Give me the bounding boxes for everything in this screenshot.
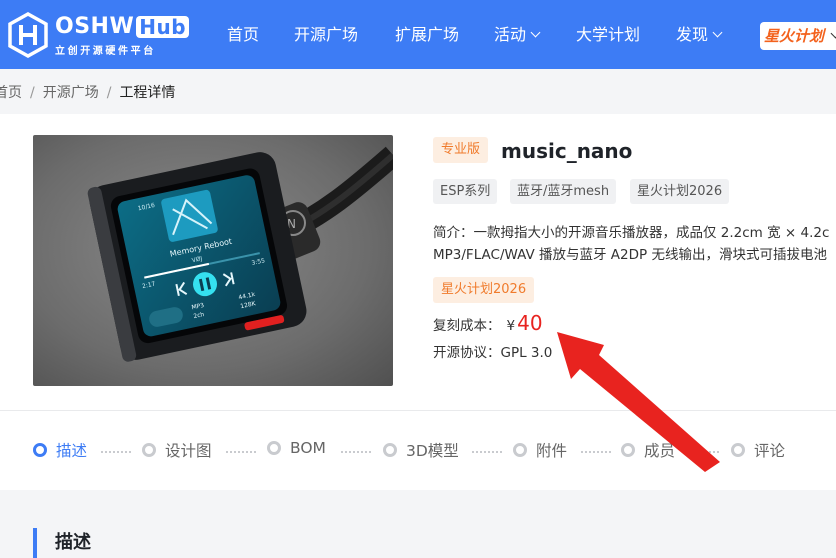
chevron-down-icon [830, 28, 836, 39]
chevron-down-icon [712, 27, 723, 38]
license: 开源协议：GPL 3.0 [433, 342, 552, 364]
tab-connector [689, 451, 719, 453]
spark-plan-label: 星火计划 [764, 27, 825, 45]
tag-spark-plan-2026[interactable]: 星火计划2026 [630, 179, 730, 204]
tab-dot-icon [267, 441, 281, 455]
intro-line-2: MP3/FLAC/WAV 播放与蓝牙 A2DP 无线输出，滑块式可插拔电池 [433, 247, 827, 263]
logo-hub-text: Hub [136, 16, 190, 38]
tab-dot-icon [383, 443, 397, 457]
breadcrumb: 首页 / 开源广场 / 工程详情 [0, 82, 175, 102]
logo-main-text: OSHW [55, 14, 135, 39]
license-label: 开源协议： [433, 345, 501, 361]
top-navbar: OSHW Hub 立创开源硬件平台 首页 开源广场 扩展广场 活动 大学计划 发… [0, 0, 836, 69]
project-title: music_nano [501, 139, 633, 163]
tab-connector [341, 451, 371, 453]
tab-attachments[interactable]: 附件 [513, 439, 567, 461]
logo-subtitle: 立创开源硬件平台 [55, 46, 156, 57]
nav-discover[interactable]: 发现 [676, 24, 723, 46]
tab-description[interactable]: 描述 [33, 439, 87, 461]
tab-dot-icon [33, 443, 47, 457]
tab-design[interactable]: 设计图 [142, 439, 212, 461]
project-card: N Memory Reboot VØJ 2:17 3:55 MP3 2ch 44… [0, 114, 836, 490]
license-value: GPL 3.0 [500, 345, 553, 361]
nav-discover-label: 发现 [676, 25, 709, 44]
tab-connector [581, 451, 611, 453]
breadcrumb-home[interactable]: 首页 [0, 85, 22, 101]
nav-university-plan[interactable]: 大学计划 [576, 24, 640, 46]
tab-connector [226, 451, 256, 453]
project-cover-image[interactable]: N Memory Reboot VØJ 2:17 3:55 MP3 2ch 44… [33, 135, 393, 386]
chevron-down-icon [530, 27, 541, 38]
tab-dot-icon [513, 443, 527, 457]
tag-bluetooth[interactable]: 蓝牙/蓝牙mesh [510, 179, 617, 204]
cost-label: 复刻成本： [433, 318, 501, 334]
tab-members[interactable]: 成员 [621, 439, 675, 461]
site-logo[interactable]: OSHW Hub 立创开源硬件平台 [7, 12, 190, 58]
nav-open-source-plaza[interactable]: 开源广场 [294, 24, 358, 46]
tab-dot-icon [621, 443, 635, 457]
intro-line-1: 简介：一款拇指大小的开源音乐播放器，成品仅 2.2cm 宽 × 4.2c [433, 225, 830, 241]
tab-bom[interactable]: BOM [267, 439, 326, 457]
tag-esp-series[interactable]: ESP系列 [433, 179, 498, 204]
tab-dot-icon [731, 443, 745, 457]
cost-currency: ¥ [506, 318, 516, 334]
spark-plan-badge[interactable]: 星火计划 [760, 22, 836, 50]
tab-comments[interactable]: 评论 [731, 439, 785, 461]
divider [0, 410, 836, 411]
logo-hex-icon [8, 12, 48, 58]
nav-extension-plaza[interactable]: 扩展广场 [395, 24, 459, 46]
breadcrumb-current: 工程详情 [119, 85, 176, 101]
nav-activities-label: 活动 [494, 25, 527, 44]
nav-activities[interactable]: 活动 [494, 24, 541, 46]
tab-connector [101, 451, 131, 453]
spark-plan-tag[interactable]: 星火计划2026 [433, 277, 535, 303]
tab-connector [472, 451, 502, 453]
tab-dot-icon [142, 443, 156, 457]
replication-cost: 复刻成本： ¥40 [433, 310, 543, 339]
section-title-description: 描述 [33, 528, 91, 558]
tab-3d-model[interactable]: 3D模型 [383, 439, 459, 461]
breadcrumb-open-source-plaza[interactable]: 开源广场 [43, 85, 99, 101]
nav-home[interactable]: 首页 [227, 24, 259, 46]
device-photo: N Memory Reboot VØJ 2:17 3:55 MP3 2ch 44… [33, 135, 393, 386]
cost-value: 40 [517, 311, 543, 335]
edition-badge: 专业版 [433, 137, 489, 163]
project-intro: 简介：一款拇指大小的开源音乐播放器，成品仅 2.2cm 宽 × 4.2c MP3… [433, 222, 836, 266]
